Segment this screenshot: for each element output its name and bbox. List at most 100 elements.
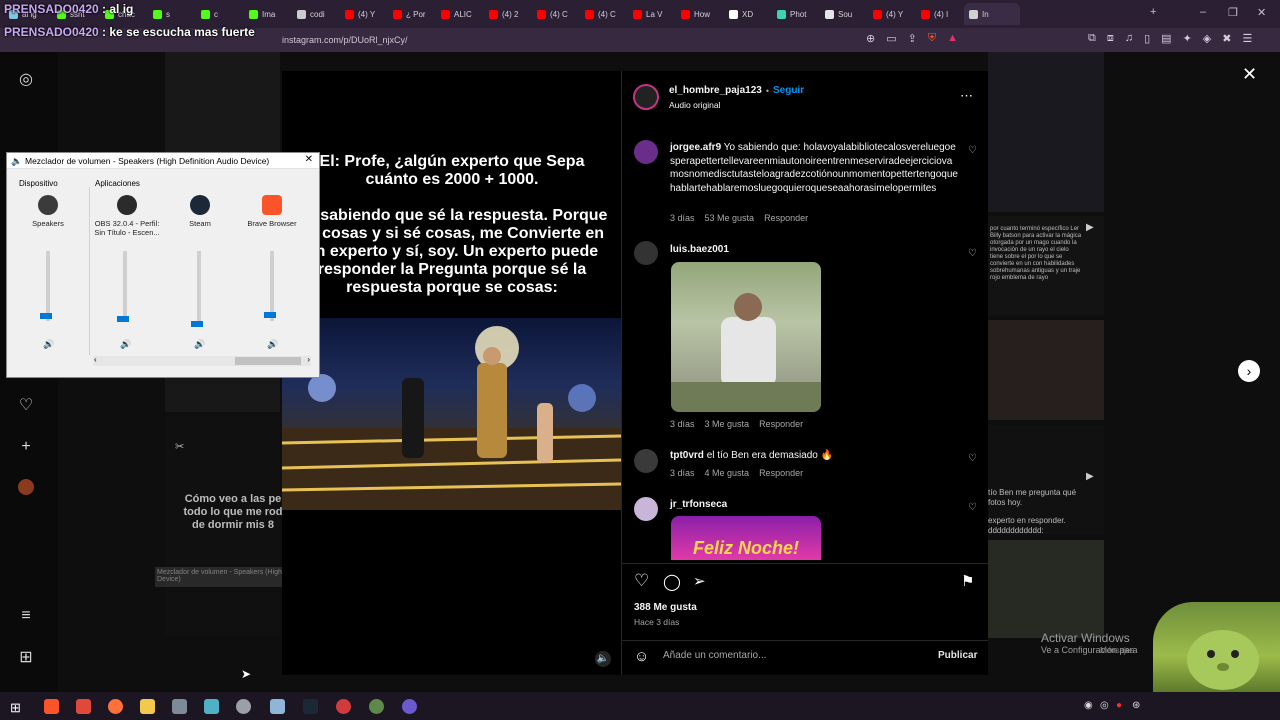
- comment-likes[interactable]: 4 Me gusta: [705, 468, 750, 478]
- taskbar-steam-icon[interactable]: [303, 699, 318, 714]
- comment-bubble-icon[interactable]: ◯: [663, 572, 681, 592]
- window-close-button[interactable]: ✕: [1257, 6, 1266, 19]
- scrollbar-thumb[interactable]: [235, 357, 301, 365]
- share-icon[interactable]: ⇪: [908, 32, 917, 45]
- browser-tab[interactable]: Ima: [244, 3, 292, 25]
- mute-speaker-icon[interactable]: 🔊: [194, 339, 205, 350]
- comment-username[interactable]: tpt0vrd: [670, 450, 704, 461]
- browser-tab[interactable]: (4) Y: [340, 3, 388, 25]
- reply-button[interactable]: Responder: [759, 468, 803, 478]
- taskbar-shield-app-icon[interactable]: [236, 699, 251, 714]
- author-username[interactable]: el_hombre_paja123: [669, 85, 762, 96]
- leo-icon[interactable]: ✦: [1183, 32, 1192, 45]
- mute-speaker-icon[interactable]: 🔊: [120, 339, 131, 350]
- browser-tab[interactable]: XD: [724, 3, 772, 25]
- publish-button[interactable]: Publicar: [938, 650, 977, 661]
- vpn-icon[interactable]: ◈: [1203, 32, 1211, 45]
- author-avatar[interactable]: [633, 84, 659, 110]
- comment-gif-image[interactable]: Feliz Noche!: [671, 516, 821, 560]
- browser-tab[interactable]: (4) C: [580, 3, 628, 25]
- zoom-icon[interactable]: ⊕: [866, 32, 875, 45]
- taskbar-app-icon[interactable]: [369, 699, 384, 714]
- tray-discord-icon[interactable]: ◉: [1084, 700, 1093, 711]
- browser-tab[interactable]: (4) 2: [484, 3, 532, 25]
- horizontal-scrollbar[interactable]: ‹ ›: [93, 355, 311, 366]
- extensions-icon[interactable]: ⧉: [1088, 32, 1096, 45]
- browser-tab[interactable]: ¿ Por: [388, 3, 436, 25]
- commenter-avatar[interactable]: [634, 241, 658, 265]
- comment-username[interactable]: jorgee.afr9: [670, 142, 721, 153]
- brave-shield-icon[interactable]: ⛨: [928, 32, 936, 45]
- comment-likes[interactable]: 53 Me gusta: [705, 213, 755, 223]
- tools-icon[interactable]: ✖: [1222, 32, 1231, 45]
- mute-speaker-icon[interactable]: 🔊: [267, 339, 278, 350]
- browser-tab[interactable]: (4) C: [532, 3, 580, 25]
- comment-time[interactable]: 3 días: [670, 419, 695, 429]
- tray-record-icon[interactable]: ●: [1116, 700, 1122, 711]
- volume-slider-track[interactable]: [197, 251, 201, 321]
- taskbar-app-icon[interactable]: [270, 699, 285, 714]
- browser-tab[interactable]: codi: [292, 3, 340, 25]
- comment-like-icon[interactable]: ♡: [968, 502, 977, 513]
- scroll-right-icon[interactable]: ›: [307, 355, 310, 364]
- volume-slider-thumb[interactable]: [191, 321, 203, 327]
- taskbar-brave-beta-icon[interactable]: [76, 699, 91, 714]
- comment-like-icon[interactable]: ♡: [968, 248, 977, 259]
- mixer-close-icon[interactable]: ✕: [305, 154, 313, 165]
- scroll-left-icon[interactable]: ‹: [94, 355, 97, 364]
- commenter-avatar[interactable]: [634, 140, 658, 164]
- browser-tab[interactable]: (4) Y: [868, 3, 916, 25]
- screenshot-icon[interactable]: ⧈: [1107, 32, 1114, 45]
- taskbar-firefox-icon[interactable]: [108, 699, 123, 714]
- url-field[interactable]: instagram.com/p/DUoRl_njxCy/: [272, 30, 492, 50]
- like-heart-icon[interactable]: ♡: [634, 571, 649, 591]
- mixer-titlebar[interactable]: 🔈 Mezclador de volumen - Speakers (High …: [7, 153, 319, 169]
- close-modal-icon[interactable]: ✕: [1242, 64, 1257, 85]
- share-plane-icon[interactable]: ➢: [693, 572, 706, 590]
- taskbar-app-icon[interactable]: [402, 699, 417, 714]
- volume-slider-track[interactable]: [123, 251, 127, 321]
- comment-like-icon[interactable]: ♡: [968, 145, 977, 156]
- browser-tab[interactable]: (4) I: [916, 3, 964, 25]
- rewards-icon[interactable]: ▲: [947, 32, 958, 45]
- comment-username[interactable]: luis.baez001: [670, 244, 729, 255]
- browser-tab[interactable]: Sou: [820, 3, 868, 25]
- menu-icon[interactable]: ☰: [1242, 32, 1252, 45]
- commenter-avatar[interactable]: [634, 449, 658, 473]
- cast-icon[interactable]: ▭: [886, 32, 896, 45]
- taskbar-file-explorer-icon[interactable]: [140, 699, 155, 714]
- audio-label[interactable]: Audio original: [669, 100, 721, 110]
- emoji-icon[interactable]: ☺: [634, 648, 649, 665]
- new-tab-button[interactable]: +: [1150, 6, 1156, 18]
- browser-tab[interactable]: s: [148, 3, 196, 25]
- comment-like-icon[interactable]: ♡: [968, 453, 977, 464]
- taskbar-obs-icon[interactable]: [336, 699, 351, 714]
- browser-tab[interactable]: c: [196, 3, 244, 25]
- tray-steam-icon[interactable]: ◎: [1100, 700, 1109, 711]
- save-bookmark-icon[interactable]: ⚑: [961, 572, 974, 590]
- tray-app-icon[interactable]: ⊛: [1132, 700, 1140, 711]
- comment-time[interactable]: 3 días: [670, 213, 695, 223]
- notifications-heart-icon[interactable]: ♡: [16, 396, 36, 416]
- browser-tab[interactable]: La V: [628, 3, 676, 25]
- browser-tab[interactable]: In: [964, 3, 1020, 25]
- browser-tab[interactable]: Phot: [772, 3, 820, 25]
- taskbar-notepad-icon[interactable]: [204, 699, 219, 714]
- reply-button[interactable]: Responder: [759, 419, 803, 429]
- add-comment-input[interactable]: Añade un comentario...: [663, 650, 766, 661]
- sidebar-icon[interactable]: ▯: [1144, 32, 1150, 45]
- comment-likes[interactable]: 3 Me gusta: [705, 419, 750, 429]
- commenter-avatar[interactable]: [634, 497, 658, 521]
- mute-speaker-icon[interactable]: 🔊: [43, 339, 54, 350]
- volume-slider-thumb[interactable]: [40, 313, 52, 319]
- browser-tab[interactable]: How: [676, 3, 724, 25]
- reply-button[interactable]: Responder: [764, 213, 808, 223]
- mute-icon[interactable]: 🔈: [595, 651, 611, 667]
- volume-slider-track[interactable]: [270, 251, 274, 321]
- post-date[interactable]: Hace 3 días: [634, 617, 679, 627]
- also-from-meta-icon[interactable]: ⊞: [16, 648, 36, 668]
- volume-slider-thumb[interactable]: [264, 312, 276, 318]
- instagram-logo-icon[interactable]: ◎: [16, 70, 36, 90]
- taskbar-brave-icon[interactable]: [44, 699, 59, 714]
- browser-tab[interactable]: ALIC: [436, 3, 484, 25]
